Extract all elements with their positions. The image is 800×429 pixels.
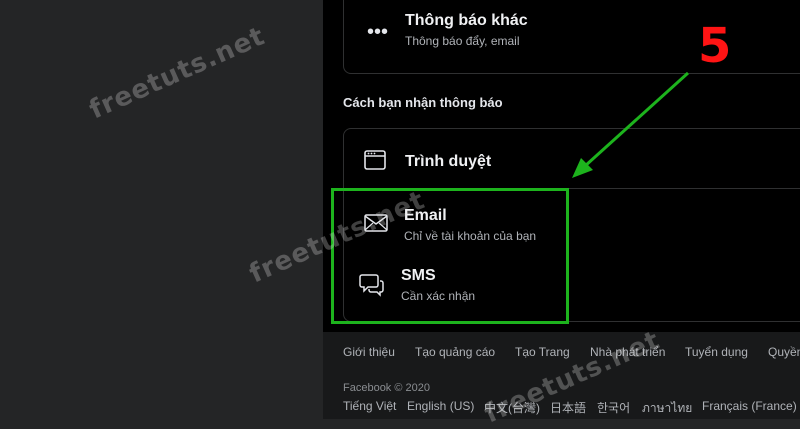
lang-french[interactable]: Français (France)	[702, 399, 797, 413]
lang-vietnamese[interactable]: Tiếng Việt	[343, 399, 396, 413]
lang-chinese-tw[interactable]: 中文(台灣)	[484, 399, 540, 416]
lang-japanese[interactable]: 日本語	[550, 399, 586, 416]
footer-link-create-ad[interactable]: Tạo quảng cáo	[415, 345, 495, 359]
step-number: 5	[698, 18, 732, 74]
copyright: Facebook © 2020	[343, 382, 430, 394]
lang-thai[interactable]: ภาษาไทย	[642, 399, 692, 418]
footer-link-about[interactable]: Giới thiệu	[343, 345, 395, 359]
browser-icon	[364, 150, 386, 170]
browser-title: Trình duyệt	[405, 153, 492, 170]
more-icon: •••	[367, 21, 389, 43]
footer-link-create-page[interactable]: Tạo Trang	[515, 345, 570, 359]
footer-link-privacy[interactable]: Quyền	[768, 345, 800, 359]
highlight-box	[331, 188, 569, 324]
lang-korean[interactable]: 한국어	[597, 399, 630, 416]
footer-link-careers[interactable]: Tuyển dụng	[685, 345, 748, 359]
left-pane	[0, 0, 323, 419]
footer-link-developers[interactable]: Nhà phát triển	[590, 345, 665, 359]
other-notifications-title: Thông báo khác	[405, 12, 528, 29]
lang-english-us[interactable]: English (US)	[407, 399, 474, 413]
other-notifications-subtitle: Thông báo đẩy, email	[405, 34, 520, 48]
section-heading: Cách bạn nhận thông báo	[343, 95, 503, 110]
